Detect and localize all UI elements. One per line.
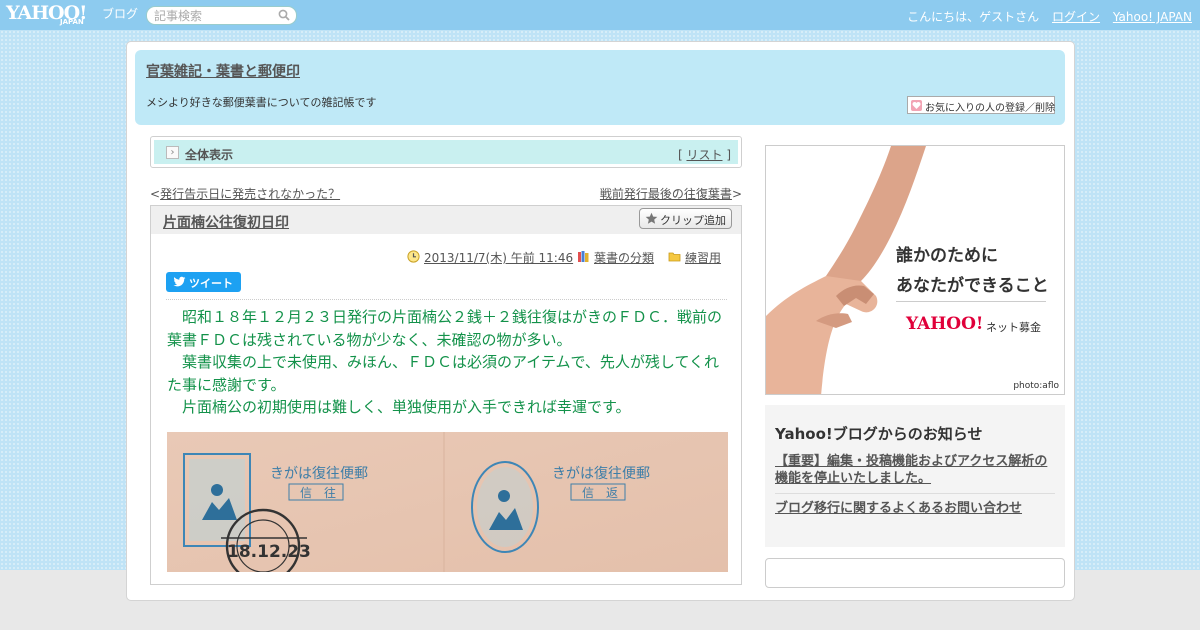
notice-item[interactable]: ブログ移行に関するよくあるお問い合わせ [775,500,1055,517]
postmark-date: 18.12.23 [227,542,311,562]
books-icon [578,251,589,262]
clock-icon [407,250,420,263]
article-date-link[interactable]: 2013/11/7(木) 午前 11:46 [424,249,573,266]
article-paragraph: 葉書収集の上で未使用、みほん、ＦＤＣは必須のアイテムで、先人が残してくれた事に感… [167,353,720,394]
search-icon[interactable] [278,9,290,21]
article: 片面楠公往復初日印 クリップ追加 2013/11/7(木) 午前 11:46 葉… [150,205,742,585]
ad-line1: 誰かのために [896,246,998,266]
prev-arrow: < [150,187,161,201]
article-paragraph: 昭和１８年１２月２３日発行の片面楠公２銭＋２銭往復はがきのＦＤＣ．戦前の葉書ＦＤ… [167,308,723,349]
notice-box: Yahoo!ブログからのお知らせ 【重要】編集・投稿機能およびアクセス解析の機能… [765,405,1065,547]
folder-link[interactable]: 練習用 [685,249,721,266]
postcard-photo[interactable]: きがは復往便郵 信 往 18.12.23 きがは復往便郵 信 返 [167,432,728,572]
prev-article-nav: <発行告示日に発売されなかった？ [150,185,340,202]
tweet-label: ツイート [189,277,233,290]
search-input[interactable] [154,9,274,23]
ad-yahoo-logo: YAHOO! [906,314,984,334]
favorite-register-button[interactable]: お気に入りの人の登録／削除 [907,96,1055,114]
list-link[interactable]: リスト [686,148,722,162]
greeting-text: こんにちは、ゲストさん [907,10,1040,24]
clip-button-label: クリップ追加 [660,214,726,227]
user-nav: こんにちは、ゲストさん ログイン Yahoo! JAPAN [907,8,1192,25]
logo-sub: JAPAN [60,18,84,26]
postcard-left-title: きがは復往便郵 [270,465,368,482]
blog-header: 官葉雑記・葉書と郵便印 メシより好きな郵便葉書についての雑記帳です お気に入りの… [135,50,1065,125]
favorite-button-label: お気に入りの人の登録／削除 [925,103,1055,114]
clip-add-button[interactable]: クリップ追加 [639,208,732,229]
article-body: 昭和１８年１２月２３日発行の片面楠公２銭＋２銭往復はがきのＦＤＣ．戦前の葉書ＦＤ… [167,306,729,419]
ad-separator [896,301,1046,302]
category-link[interactable]: 葉書の分類 [594,249,654,266]
ad-photo-credit: photo:aflo [1013,381,1059,391]
prev-article-link[interactable]: 発行告示日に発売されなかった？ [160,187,340,201]
tweet-button[interactable]: ツイート [166,272,241,292]
folder-icon [668,252,681,262]
list-bracket-open: [ [677,148,683,162]
blog-subtitle: メシより好きな郵便葉書についての雑記帳です [146,96,377,109]
list-bracket-close: ] [726,148,731,162]
twitter-bird-icon [173,276,186,287]
search-box [146,6,297,25]
next-article-nav: 戦前発行最後の往復葉書> [600,185,742,202]
heart-icon [911,100,922,111]
all-view-bar: › 全体表示 [ リスト ] [150,136,742,168]
notice-item[interactable]: 【重要】編集・投稿機能およびアクセス解析の機能を停止いたしました。 [775,453,1055,487]
top-bar: YAHOO! JAPAN ブログ こんにちは、ゲストさん ログイン Yahoo!… [0,0,1200,30]
list-toggle: [ リスト ] [678,146,731,163]
postcard-right-box: 信 返 [582,486,618,500]
star-icon [645,212,658,224]
ad-line2: あなたができること [896,276,1049,296]
ad-service-name: ネット募金 [986,321,1041,334]
chevron-right-icon: › [166,146,179,159]
article-divider [166,299,727,300]
article-header: 片面楠公往復初日印 クリップ追加 [151,206,741,234]
article-title[interactable]: 片面楠公往復初日印 [163,212,289,232]
postcard-left-box: 信 往 [300,485,336,500]
all-view-label[interactable]: 全体表示 [185,146,233,163]
notice-divider [775,493,1055,494]
yahoo-japan-link[interactable]: Yahoo! JAPAN [1113,10,1192,24]
blog-title[interactable]: 官葉雑記・葉書と郵便印 [146,61,300,81]
article-paragraph: 片面楠公の初期使用は難しく、単独使用が入手できれば幸運です。 [167,398,631,416]
notice-heading: Yahoo!ブログからのお知らせ [775,425,983,443]
postcard-right-title: きがは復往便郵 [552,465,650,482]
next-article-link[interactable]: 戦前発行最後の往復葉書 [600,187,732,201]
all-view-inner: › 全体表示 [ リスト ] [154,140,738,164]
logo-blog: ブログ [102,7,139,21]
sidebar-box [765,558,1065,588]
charity-ad-banner[interactable]: 誰かのために あなたができること YAHOO! ネット募金 photo:aflo [765,145,1065,395]
login-link[interactable]: ログイン [1052,10,1100,24]
next-arrow: > [731,187,742,201]
